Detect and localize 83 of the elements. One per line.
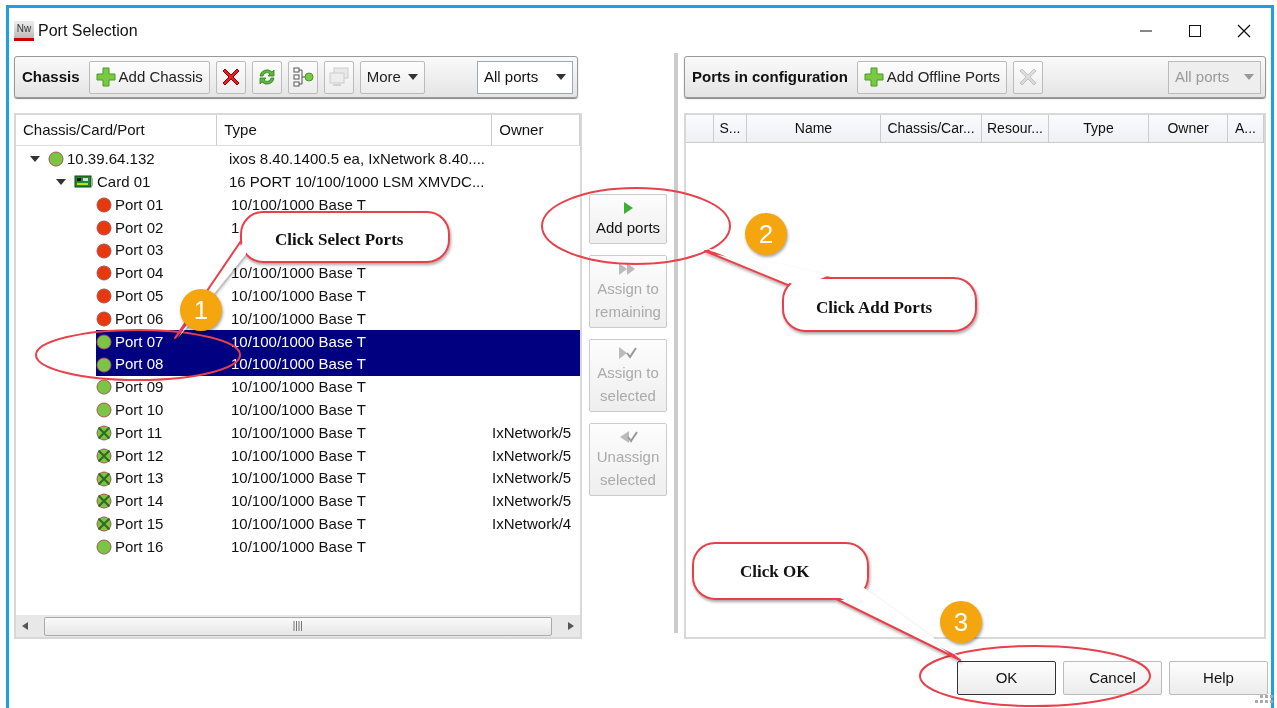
refresh-button[interactable] [251, 60, 282, 94]
tree-item-label[interactable]: Port 15 [115, 514, 164, 532]
column-header[interactable]: Name [747, 115, 881, 142]
type-cell: 1 [231, 218, 240, 236]
type-cell: 10/100/1000 Base T [231, 309, 366, 327]
more-button[interactable]: More [359, 60, 425, 94]
close-icon[interactable] [1237, 23, 1251, 38]
tree-item-label[interactable]: Port 07 [115, 332, 164, 350]
add-button[interactable]: Add Chassis [88, 60, 210, 94]
tree-item-label[interactable]: Port 12 [115, 446, 164, 464]
resize-grip-icon[interactable] [1255, 692, 1273, 706]
owner-cell: IxNetwork/5 [492, 492, 572, 510]
owner-cell: IxNetwork/5 [492, 423, 572, 441]
dialog-button[interactable]: Cancel [1063, 661, 1162, 695]
type-cell: 16 PORT 10/100/1000 LSM XMVDC... [229, 172, 485, 190]
column-header[interactable]: Type [1049, 115, 1149, 142]
assign-icon [617, 345, 639, 361]
tree-item-label[interactable]: Port 14 [115, 492, 164, 510]
dropdown-arrow-icon [556, 74, 566, 80]
tree-item-label[interactable]: Port 03 [115, 241, 164, 259]
type-cell: 10/100/1000 Base T [231, 378, 366, 396]
callout-text: Click Select Ports [275, 229, 404, 251]
filter-dropdown[interactable]: All ports [477, 60, 573, 94]
maximize-icon[interactable] [1188, 23, 1202, 38]
type-cell: 10/100/1000 Base T [231, 469, 366, 487]
column-header[interactable]: A... [1228, 115, 1264, 142]
type-cell: 10/100/1000 Base T [231, 195, 366, 213]
column-header[interactable]: Resour... [982, 115, 1049, 142]
type-cell: 10/100/1000 Base T [231, 286, 366, 304]
tree-icon [291, 66, 314, 88]
tree-item-label[interactable]: Port 02 [115, 218, 164, 236]
scroll-thumb[interactable] [44, 616, 552, 636]
dialog-button[interactable]: Help [1169, 661, 1268, 695]
type-cell: 10/100/1000 Base T [231, 264, 366, 282]
column-header[interactable]: Owner [492, 115, 580, 145]
tree-item-label[interactable]: Card 01 [97, 172, 151, 190]
type-cell: 10/100/1000 Base T [231, 514, 366, 532]
tree-item-label[interactable]: Port 11 [115, 423, 163, 441]
card-icon [74, 174, 94, 191]
tree-item-label[interactable]: Port 16 [115, 537, 164, 555]
column-header[interactable]: S... [714, 115, 747, 142]
type-cell: 10/100/1000 Base T [231, 492, 366, 510]
tree-item-label[interactable]: Port 13 [115, 469, 164, 487]
tree-item-label[interactable]: 10.39.64.132 [67, 150, 155, 168]
column-header[interactable]: Chassis/Card/Port [16, 115, 218, 145]
callout-text: Click OK [740, 561, 810, 583]
column-header[interactable]: Type [217, 115, 493, 145]
tree-item-label[interactable]: Port 01 [115, 195, 164, 213]
dropdown-arrow-icon [1244, 74, 1254, 80]
tree-item-label[interactable]: Port 06 [115, 309, 164, 327]
delete-button[interactable] [215, 60, 246, 94]
toolbar-label: Ports in configuration [691, 66, 848, 87]
owner-cell: IxNetwork/5 [492, 446, 572, 464]
type-cell: ixos 8.40.1400.5 ea, IxNetwork 8.40.... [229, 150, 485, 168]
owner-cell: IxNetwork/4 [492, 514, 572, 532]
type-cell: 10/100/1000 Base T [231, 400, 366, 418]
tree-item-label[interactable]: Port 08 [115, 355, 164, 373]
tree-item-label[interactable]: Port 05 [115, 286, 164, 304]
type-cell: 10/100/1000 Base T [231, 446, 366, 464]
type-cell: 10/100/1000 Base T [231, 537, 366, 555]
caret-icon [407, 74, 418, 80]
tree-item-label[interactable]: Port 10 [115, 400, 164, 418]
tree-button[interactable] [287, 60, 318, 94]
add-button[interactable]: Add Offline Ports [856, 60, 1007, 94]
plus-icon [95, 67, 116, 87]
toolbar-label: Chassis [21, 66, 80, 87]
tree-item-label[interactable]: Port 04 [115, 264, 164, 282]
column-header[interactable]: Chassis/Car... [881, 115, 982, 142]
type-cell: 10/100/1000 Base T [231, 332, 366, 350]
tree-item-label[interactable]: Port 09 [115, 378, 164, 396]
grip-icon [293, 621, 303, 631]
add-button[interactable]: Add ports [589, 194, 667, 244]
horizontal-scrollbar[interactable] [16, 615, 580, 637]
app-icon: Nw [14, 20, 34, 41]
type-cell: 10/100/1000 Base T [231, 355, 366, 373]
window-title: Port Selection [38, 20, 138, 41]
column-header[interactable]: Owner [1149, 115, 1228, 142]
computers-icon [327, 66, 350, 88]
owner-cell: IxNetwork/5 [492, 469, 572, 487]
type-cell: 10/100/1000 Base T [231, 423, 366, 441]
callout-text: Click Add Ports [816, 297, 933, 319]
dialog-button[interactable]: OK [957, 661, 1056, 695]
plus-icon [863, 67, 884, 87]
